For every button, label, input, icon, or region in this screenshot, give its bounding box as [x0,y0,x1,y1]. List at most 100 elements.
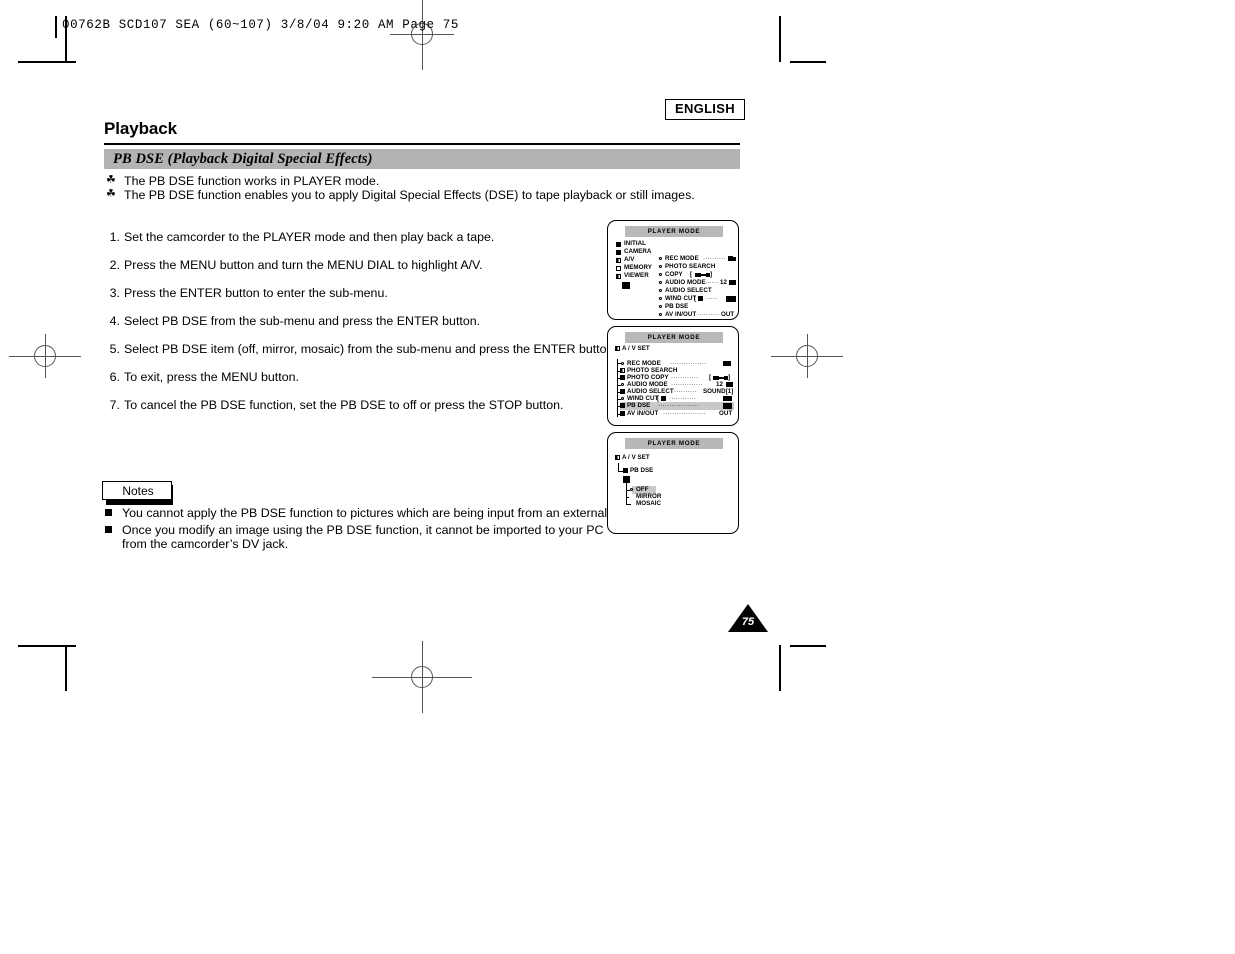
menu-label-viewer[interactable]: VIEWER [624,272,649,280]
manual-page: ENGLISH Playback PB DSE (Playback Digita… [0,0,1235,954]
menu-label-rec-mode[interactable]: REC MODE [665,255,699,263]
lcd-screen-pb-dse-options: PLAYER MODE A / V SET PB DSE OFF MIRROR … [607,432,739,534]
step-text: Select PB DSE item (off, mirror, mosaic)… [124,342,617,356]
list-item: 7. To cancel the PB DSE function, set th… [102,398,602,426]
menu-value-av-in-out: OUT [719,410,733,417]
option-dot-icon [659,273,662,276]
menu-label-av-in-out[interactable]: AV IN/OUT [627,410,658,418]
menu-label-audio-mode[interactable]: AUDIO MODE [665,279,706,287]
menu-icon-pb-dse [620,403,625,408]
value-icon-audio-mode [729,280,736,285]
square-bullet-icon [105,509,112,516]
title-rule [104,143,740,146]
option-label-mosaic[interactable]: MOSAIC [636,500,661,508]
lcd-title-bar: PLAYER MODE [625,332,723,343]
option-dot-icon [659,281,662,284]
menu-icon-audio-select [620,389,625,394]
list-item: 3. Press the ENTER button to enter the s… [102,286,602,314]
value-icon-rec-mode [723,361,731,366]
step-text: To cancel the PB DSE function, set the P… [124,398,564,412]
list-item: ☘ The PB DSE function enables you to app… [104,188,744,202]
page-number-label: 75 [741,616,755,628]
menu-value-av-in-out: OUT [721,311,735,318]
procedure-step-list: 1. Set the camcorder to the PLAYER mode … [102,230,617,426]
intro-bullet-text: The PB DSE function enables you to apply… [124,188,695,202]
menu-label-copy[interactable]: COPY [665,271,683,279]
option-dot-icon [659,265,662,268]
square-bullet-icon [105,526,112,533]
list-item: ☘ The PB DSE function works in PLAYER mo… [104,174,744,188]
leader-dots: ······ [705,279,719,286]
menu-cursor-block [622,282,630,289]
submenu-cursor-block [623,476,630,483]
menu-label-pb-dse[interactable]: PB DSE [665,303,688,311]
notes-label-box: Notes [102,481,172,500]
value-icon-pb-dse [723,403,732,409]
value-icon-audio-mode [726,382,733,387]
value-icon-rec-mode-2 [733,257,736,261]
menu-label-photo-search[interactable]: PHOTO SEARCH [665,263,715,271]
value-icon-wind-cut [723,396,732,401]
menu-label-audio-select[interactable]: AUDIO SELECT [665,287,712,295]
step-number: 5. [109,342,120,356]
menu-label-wind-cut[interactable]: WIND CUT [665,295,696,303]
step-number: 6. [109,370,120,384]
lcd-title-bar: PLAYER MODE [625,438,723,449]
step-number: 2. [109,258,120,272]
option-dot-icon [659,297,662,300]
submenu-icon-pb-dse [623,468,628,473]
step-text: To exit, press the MENU button. [124,370,299,384]
menu-icon-av [616,258,621,263]
step-text: Press the ENTER button to enter the sub-… [124,286,388,300]
page-number-badge: 75 [728,604,768,632]
copy-bracket-close: ] [710,271,713,278]
option-dot-icon [659,289,662,292]
option-dot-icon [621,362,624,365]
step-text: Set the camcorder to the PLAYER mode and… [124,230,495,244]
wind-cut-icon [661,396,666,401]
menu-icon-av-in-out [620,411,625,416]
tree-rail [617,359,618,417]
option-dot-icon [621,397,624,400]
step-text: Select PB DSE from the sub-menu and pres… [124,314,481,328]
note-text: Once you modify an image using the PB DS… [122,523,604,537]
breadcrumb-icon-av-set [615,346,620,351]
option-dot-icon [630,488,633,491]
value-icon-wind-cut [726,296,736,302]
option-dot-icon [659,313,662,316]
step-text: Press the MENU button and turn the MENU … [124,258,483,272]
list-item: 6. To exit, press the MENU button. [102,370,602,398]
leader-dots: ··················· [663,410,706,417]
language-badge: ENGLISH [665,99,745,121]
clover-bullet-icon: ☘ [106,188,116,200]
menu-icon-viewer [616,274,621,279]
option-dot-icon [659,305,662,308]
notes-label: Notes [122,484,154,498]
step-number: 3. [109,286,120,300]
menu-label-camera[interactable]: CAMERA [624,248,651,256]
tree-rail [626,483,627,505]
note-text: You cannot apply the PB DSE function to … [122,506,652,520]
list-item: 2. Press the MENU button and turn the ME… [102,258,602,286]
section-heading-label: PB DSE (Playback Digital Special Effects… [113,151,373,167]
notes-label-shadow-bottom [106,500,173,505]
menu-icon-memory [616,266,621,271]
intro-bullet-list: ☘ The PB DSE function works in PLAYER mo… [104,174,744,202]
note-text-continued: from the camcorder’s DV jack. [122,537,289,551]
menu-label-initial[interactable]: INITIAL [624,240,646,248]
copy-bracket-open: [ [690,271,693,278]
option-dot-icon [659,257,662,260]
menu-value-audio-select: SOUND[1] [703,388,734,395]
lcd-screen-av-set-submenu: PLAYER MODE A / V SET REC MODE ·········… [607,326,739,426]
breadcrumb-av-set: A / V SET [622,345,650,352]
menu-label-av-in-out[interactable]: AV IN/OUT [665,311,696,319]
list-item: 4. Select PB DSE from the sub-menu and p… [102,314,602,342]
menu-label-memory[interactable]: MEMORY [624,264,652,272]
step-number: 4. [109,314,120,328]
step-number: 1. [109,230,120,244]
tree-branch [626,504,631,505]
menu-label-pb-dse[interactable]: PB DSE [627,402,650,410]
breadcrumb-icon-av-set [615,455,620,460]
menu-label-av[interactable]: A/V [624,256,634,264]
tree-branch [626,497,629,498]
